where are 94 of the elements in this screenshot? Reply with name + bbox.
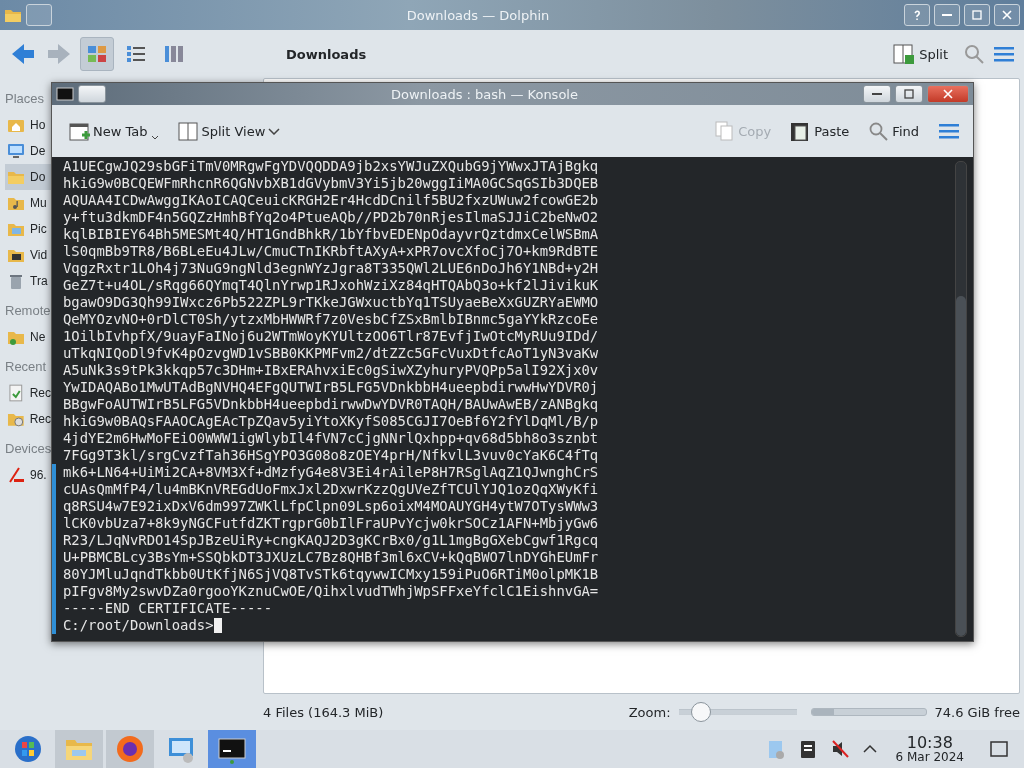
slider-handle[interactable] xyxy=(690,702,711,722)
terminal-line: YwIDAQABo1MwUTAdBgNVHQ4EFgQUTWIrB5LFG5VDnkbbH4ueepbdirwwHwYDVR0j xyxy=(63,379,599,396)
section-heading: Remote xyxy=(5,302,49,320)
speaker-muted-icon[interactable] xyxy=(829,738,850,760)
terminal-line: q8RSU4w7E92ixDxV6dm997ZWKlLfpClpn09Lsp6oixM4MOAUYGH4ytW7OTysWWw3 xyxy=(63,498,599,515)
terminal-line: pIFgv8My2swvDZa0rgooYKznuCwOE/QihxlvudTWhjWpSFFxeYfclC1EishnvGA= xyxy=(63,583,599,600)
terminal-line: 1OilbIvhpfX/9uayFaINoj6u2WTmWoyKYUltzOO6Tlr87EvfjIwOtcMyRUu9IDd/ xyxy=(63,328,599,345)
new-tab-icon xyxy=(68,120,90,142)
recent-files-icon xyxy=(7,384,25,402)
sidebar-item[interactable]: Do xyxy=(5,164,51,190)
split-view-icon xyxy=(893,43,916,65)
help-button[interactable] xyxy=(904,4,930,26)
caret-icon xyxy=(150,135,159,140)
clock-date: 6 Mar 2024 xyxy=(895,751,964,765)
maximize-button[interactable] xyxy=(895,85,923,103)
sidebar-item[interactable]: Mu xyxy=(5,190,51,216)
close-icon xyxy=(942,88,954,100)
desktop-icon xyxy=(7,142,25,160)
terminal-line: lS0qmBb9TR8/B6BLeEu4JLw/CmuCTnIKRbftAXyA+xPR7ovcXfoCj7O+km9RdBTE xyxy=(63,243,599,260)
minimize-icon xyxy=(871,93,883,95)
section-heading: Places xyxy=(5,90,46,108)
terminal-line: VqgzRxtr1LOh4j73NuG9ngNld3egnWYzJgra8T335QWl2LUE6nDoJh6Y1NBd+y2H xyxy=(63,260,599,277)
terminal-line: hkiG9w0BCQEWFmRhcnR6QGNvbXB1dGVybmV3Yi5jb20wggIiMA0GCSqGSIb3DQEB xyxy=(63,175,599,192)
terminal-line: kqlBIBIEY64Bh5MESMt4Q/HT1GndBhkR/1bYfbvEDENpOdayvrQztdmxCelWSBmA xyxy=(63,226,599,243)
terminal-line: uTkqNIQoDl9fvK4pOzvgWD1vSBB0KKPMFvm2/dtZZc5GFcVuxDtfcAoT1yN3vaKw xyxy=(63,345,599,362)
sidebar-item[interactable]: Vid xyxy=(5,242,51,268)
text-cursor xyxy=(213,618,222,633)
terminal-line: 80YJMluJqndTkbb0UtKfjN6SjVQ8TvSTk6tqywwICMxy159iPuO6RTiM0olpMK1B xyxy=(63,566,599,583)
terminal-line: bgawO9DG3Qh99IWxcz6Pb522ZPL9rTKkeJGWxuctbYq1TSUyaeBeXxGUZRYaEWMO xyxy=(63,294,599,311)
sidebar-item[interactable]: Rec xyxy=(5,380,51,406)
paste-button[interactable]: Paste xyxy=(789,120,850,142)
split-button[interactable]: Split xyxy=(893,43,948,65)
sidebar-item[interactable]: De xyxy=(5,138,51,164)
sidebar-item[interactable]: Ne xyxy=(5,324,51,350)
taskbar-button[interactable] xyxy=(106,730,154,768)
terminal-line: AQUAA4ICDwAwggIKAoICAQCeuicKRGH2Er4HcdDCnilf5BU2fxzUWuw2fcowGE2b xyxy=(63,192,599,209)
help-icon xyxy=(911,9,923,21)
search-icon xyxy=(867,120,890,142)
clock-time: 10:38 xyxy=(906,733,953,752)
sidebar-item[interactable]: Tra xyxy=(5,268,51,294)
close-button[interactable] xyxy=(927,85,969,103)
search-icon[interactable] xyxy=(962,42,986,66)
section-heading: Recent xyxy=(5,358,48,376)
copy-icon xyxy=(713,120,736,142)
breadcrumb[interactable]: Downloads xyxy=(286,46,367,62)
maximize-button[interactable] xyxy=(964,4,990,26)
close-button[interactable] xyxy=(994,4,1020,26)
window-menu-button[interactable] xyxy=(78,85,106,103)
trash-icon xyxy=(7,272,25,290)
terminal-line: A5uNk3s9tPk3kkqp57c3DHm+IBxERAhvxiEc0gSiwXZyhuryPVQPp5alI92Xjx0v xyxy=(63,362,599,379)
terminal-line: hkiG9w0BAQsFAAOCAgEAcTpZQav5yiYtoXKyfS085CGJI7OeBf6Y2fYlDqMl/B/p xyxy=(63,413,599,430)
terminal-line: mk6+LN64+UiMi2CA+8VM3Xf+dMzfyG4e8V3Ei4rAileP8H7RSglAqZ1QJwnghCrS xyxy=(63,464,599,481)
terminal-line: y+ftu3dkmDF4n5GQZzHmhBfYq2o4PtueAQb//PD2b70nRjesIlmaSJJiC2beNwO2 xyxy=(63,209,599,226)
window-menu-button[interactable] xyxy=(26,4,52,26)
terminal-line: BBgwFoAUTWIrB5LFG5VDnkbbH4ueepbdirwwDwYDVR0TAQH/BAUwAwEB/zANBgkq xyxy=(63,396,599,413)
close-icon xyxy=(1001,9,1013,21)
terminal-icon xyxy=(56,87,74,101)
window-title: Downloads : bash — Konsole xyxy=(390,86,579,102)
caret-icon xyxy=(268,127,281,135)
terminal-line: GeZ7t+u4OL/sRqg66QYmqT4QlnYrwp1RJxohWziXz84qHTQAbQ3o+kf2lJivikuK xyxy=(63,277,599,294)
split-view-button[interactable]: Split View xyxy=(176,120,281,142)
maximize-icon xyxy=(971,9,983,21)
terminal-line: lCK0vbUza7+8k9yNGCFutfdZKTrgprG0bIlFraUPvYcjw0krSOCz1AFN+MbjyGw6 xyxy=(63,515,599,532)
start-menu-icon xyxy=(13,734,43,764)
terminal-line: 4jdYE2m6HwMoFEiO0WWW1igWlybIl4fVN7cCjgNNrlQxhpp+qv68d5bh8o3sznbt xyxy=(63,430,599,447)
terminal-line: cUAsQmMfP4/lu4mBKnVREGdUoFmxJxl2DxwrKzzQgUVeZfTCUlYJQ1ozQqXWyKfi xyxy=(63,481,599,498)
sidebar-item[interactable]: 96. xyxy=(5,462,51,488)
scrollbar[interactable] xyxy=(955,161,967,637)
terminal-line: A1UECgwJQ29sbGFiTmV0MRgwFgYDVQQDDA9jb2xsYWJuZXQubG9jYWwxJTAjBgkq xyxy=(63,158,599,175)
minimize-icon xyxy=(941,14,953,16)
sidebar-item[interactable]: Rec xyxy=(5,406,51,432)
terminal-line: C:/root/Downloads> xyxy=(63,617,214,634)
terminal-line: R23/LJqNvRDO14SpJBzeUiRy+cngKAQJ2D3gKCrBx0/g1L1mgBgGXebCgwf1Rgcq xyxy=(63,532,599,549)
maximize-icon xyxy=(903,88,915,100)
scrollbar-thumb[interactable] xyxy=(956,296,966,636)
minimize-button[interactable] xyxy=(863,85,891,103)
free-space-text: 74.6 GiB free xyxy=(934,704,1020,720)
status-text: 4 Files (164.3 MiB) xyxy=(263,704,384,720)
terminal-line: QeMYOzvNO+0rDlCT0Sh/ytzxMbHWWRf7z0VesbCfZSxBmlbIBnmc5gaYYkRzcoEe xyxy=(63,311,599,328)
sidebar-item[interactable]: Ho xyxy=(5,112,51,138)
split-view-icon xyxy=(176,120,199,142)
taskbar-button[interactable] xyxy=(208,730,256,768)
terminal-line: 7FGg9T3kl/srgCvzfTah36HSgYPO3G08o8zOEY4prH/NfkvlL3vuv0cYaK6C4fTq xyxy=(63,447,599,464)
browser-icon xyxy=(115,734,145,764)
zoom-label: Zoom: xyxy=(628,704,671,720)
find-button[interactable]: Find xyxy=(867,120,919,142)
section-heading: Devices xyxy=(5,440,49,458)
terminal-line: U+PBMCBLcy3BsYm+SSQbkDT3JXUzLC7Bz8QHBf3ml6xCV+kQqBWO7lnDYGhEUmFr xyxy=(63,549,599,566)
terminal-line: -----END CERTIFICATE----- xyxy=(63,600,273,617)
drive-icon xyxy=(7,466,25,484)
new-tab-button[interactable]: New Tab xyxy=(68,120,159,142)
show-desktop-icon[interactable] xyxy=(988,738,1010,760)
window-title: Downloads — Dolphin xyxy=(405,7,551,23)
sidebar-item[interactable]: Pic xyxy=(5,216,51,242)
